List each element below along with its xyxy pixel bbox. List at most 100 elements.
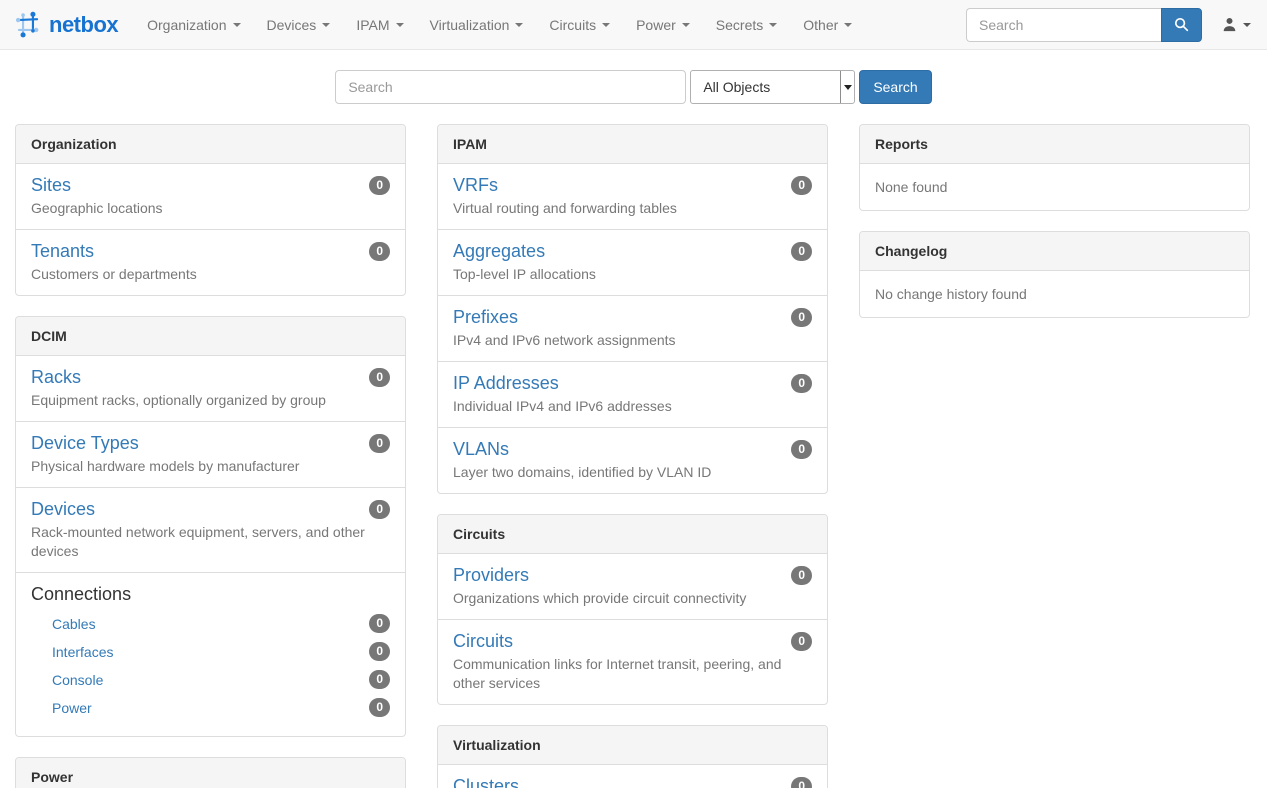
navbar-search-input[interactable] bbox=[966, 8, 1161, 42]
connection-row-interfaces: Interfaces 0 bbox=[52, 642, 390, 661]
aggregates-link[interactable]: Aggregates bbox=[453, 240, 545, 262]
device-types-link[interactable]: Device Types bbox=[31, 432, 139, 454]
panel-heading: Virtualization bbox=[438, 726, 827, 765]
column-left: Organization Sites 0 Geographic location… bbox=[15, 124, 406, 788]
panel-heading: Organization bbox=[16, 125, 405, 164]
console-link[interactable]: Console bbox=[52, 672, 103, 688]
count-badge: 0 bbox=[369, 670, 390, 689]
item-description: Geographic locations bbox=[31, 199, 390, 218]
list-item-prefixes: Prefixes 0 IPv4 and IPv6 network assignm… bbox=[438, 296, 827, 362]
chevron-down-icon bbox=[844, 23, 852, 27]
racks-link[interactable]: Racks bbox=[31, 366, 81, 388]
list-item-tenants: Tenants 0 Customers or departments bbox=[16, 230, 405, 295]
user-menu[interactable] bbox=[1202, 17, 1267, 32]
tenants-link[interactable]: Tenants bbox=[31, 240, 94, 262]
nav-item-ipam[interactable]: IPAM bbox=[343, 2, 416, 48]
list-item-devices: Devices 0 Rack-mounted network equipment… bbox=[16, 488, 405, 573]
nav-item-organization[interactable]: Organization bbox=[134, 2, 253, 48]
list-item-vlans: VLANs 0 Layer two domains, identified by… bbox=[438, 428, 827, 493]
navbar-search-button[interactable] bbox=[1161, 8, 1202, 42]
count-badge: 0 bbox=[791, 242, 812, 261]
vlans-link[interactable]: VLANs bbox=[453, 438, 509, 460]
item-description: Equipment racks, optionally organized by… bbox=[31, 391, 390, 410]
item-description: Rack-mounted network equipment, servers,… bbox=[31, 523, 390, 561]
nav-item-virtualization[interactable]: Virtualization bbox=[417, 2, 537, 48]
chevron-down-icon bbox=[233, 23, 241, 27]
interfaces-link[interactable]: Interfaces bbox=[52, 644, 113, 660]
panel-organization: Organization Sites 0 Geographic location… bbox=[15, 124, 406, 296]
list-item-circuits: Circuits 0 Communication links for Inter… bbox=[438, 620, 827, 704]
vrfs-link[interactable]: VRFs bbox=[453, 174, 498, 196]
item-description: Layer two domains, identified by VLAN ID bbox=[453, 463, 812, 482]
nav-item-label: Virtualization bbox=[430, 17, 510, 33]
count-badge: 0 bbox=[791, 308, 812, 327]
panel-dcim: DCIM Racks 0 Equipment racks, optionally… bbox=[15, 316, 406, 737]
brand-name: netbox bbox=[49, 12, 118, 38]
nav-item-label: IPAM bbox=[356, 17, 389, 33]
nav-item-label: Secrets bbox=[716, 17, 763, 33]
nav-item-label: Circuits bbox=[549, 17, 596, 33]
count-badge: 0 bbox=[791, 374, 812, 393]
navbar-search-group bbox=[966, 8, 1202, 42]
panel-heading: Circuits bbox=[438, 515, 827, 554]
count-badge: 0 bbox=[369, 434, 390, 453]
item-description: Communication links for Internet transit… bbox=[453, 655, 812, 693]
changelog-empty-message: No change history found bbox=[860, 271, 1249, 317]
search-scope-select[interactable]: All Objects bbox=[690, 70, 855, 104]
prefixes-link[interactable]: Prefixes bbox=[453, 306, 518, 328]
user-icon bbox=[1222, 17, 1237, 32]
item-description: Individual IPv4 and IPv6 addresses bbox=[453, 397, 812, 416]
count-badge: 0 bbox=[369, 368, 390, 387]
nav-item-devices[interactable]: Devices bbox=[254, 2, 344, 48]
main-search-button[interactable]: Search bbox=[859, 70, 931, 104]
devices-link[interactable]: Devices bbox=[31, 498, 95, 520]
nav-item-label: Organization bbox=[147, 17, 226, 33]
list-item-device-types: Device Types 0 Physical hardware models … bbox=[16, 422, 405, 488]
nav-item-power[interactable]: Power bbox=[623, 2, 703, 48]
clusters-link[interactable]: Clusters bbox=[453, 775, 519, 788]
main-search-bar: All Objects Search bbox=[0, 70, 1267, 104]
sites-link[interactable]: Sites bbox=[31, 174, 71, 196]
count-badge: 0 bbox=[369, 500, 390, 519]
chevron-down-icon bbox=[396, 23, 404, 27]
count-badge: 0 bbox=[369, 642, 390, 661]
panel-virtualization: Virtualization Clusters 0 bbox=[437, 725, 828, 788]
count-badge: 0 bbox=[369, 698, 390, 717]
column-middle: IPAM VRFs 0 Virtual routing and forwardi… bbox=[437, 124, 828, 788]
cables-link[interactable]: Cables bbox=[52, 616, 96, 632]
list-item-sites: Sites 0 Geographic locations bbox=[16, 164, 405, 230]
chevron-down-icon bbox=[682, 23, 690, 27]
chevron-down-icon bbox=[515, 23, 523, 27]
count-badge: 0 bbox=[369, 614, 390, 633]
panel-heading: IPAM bbox=[438, 125, 827, 164]
power-link[interactable]: Power bbox=[52, 700, 92, 716]
nav-item-label: Devices bbox=[267, 17, 317, 33]
navbar: netbox Organization Devices IPAM Virtual… bbox=[0, 0, 1267, 50]
nav-item-secrets[interactable]: Secrets bbox=[703, 2, 790, 48]
dashboard-content: Organization Sites 0 Geographic location… bbox=[0, 124, 1267, 788]
panel-power: Power bbox=[15, 757, 406, 788]
circuits-link[interactable]: Circuits bbox=[453, 630, 513, 652]
count-badge: 0 bbox=[791, 176, 812, 195]
panel-heading: Changelog bbox=[860, 232, 1249, 271]
connection-row-console: Console 0 bbox=[52, 670, 390, 689]
list-item-providers: Providers 0 Organizations which provide … bbox=[438, 554, 827, 620]
connections-section: Connections Cables 0 Interfaces 0 Consol… bbox=[16, 573, 405, 736]
ip-addresses-link[interactable]: IP Addresses bbox=[453, 372, 559, 394]
item-description: Physical hardware models by manufacturer bbox=[31, 457, 390, 476]
count-badge: 0 bbox=[369, 242, 390, 261]
nav-item-circuits[interactable]: Circuits bbox=[536, 2, 623, 48]
main-search-input[interactable] bbox=[335, 70, 686, 104]
search-scope-value: All Objects bbox=[691, 79, 840, 95]
nav-item-label: Power bbox=[636, 17, 676, 33]
item-description: Top-level IP allocations bbox=[453, 265, 812, 284]
panel-heading: DCIM bbox=[16, 317, 405, 356]
count-badge: 0 bbox=[791, 632, 812, 651]
count-badge: 0 bbox=[369, 176, 390, 195]
brand-logo[interactable]: netbox bbox=[0, 11, 134, 39]
list-item-aggregates: Aggregates 0 Top-level IP allocations bbox=[438, 230, 827, 296]
nav-item-other[interactable]: Other bbox=[790, 2, 865, 48]
connections-heading: Connections bbox=[31, 583, 390, 605]
providers-link[interactable]: Providers bbox=[453, 564, 529, 586]
chevron-down-icon bbox=[769, 23, 777, 27]
